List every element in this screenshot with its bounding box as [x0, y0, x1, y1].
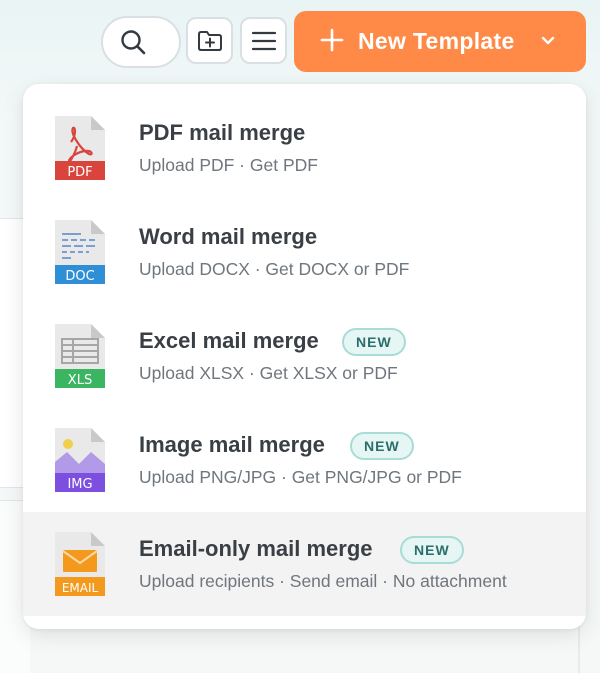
new-badge: NEW — [342, 328, 406, 356]
chevron-down-icon — [541, 36, 555, 45]
menu-item-pdf-mail-merge[interactable]: PDF PDF mail merge Upload PDF · Get PDF — [23, 84, 586, 188]
menu-icon — [251, 31, 276, 50]
search-button[interactable] — [101, 16, 181, 68]
menu-item-title: Email-only mail merge — [139, 536, 373, 561]
menu-item-title: Excel mail merge — [139, 328, 319, 353]
menu-item-title: PDF mail merge — [139, 120, 306, 145]
xls-file-label: XLS — [68, 373, 92, 388]
menu-item-email-only-mail-merge[interactable]: EMAIL Email-only mail merge NEW Upload r… — [23, 512, 586, 616]
pdf-file-icon: PDF — [55, 116, 105, 180]
menu-item-subtitle: Upload PNG/JPG · Get PNG/JPG or PDF — [139, 467, 462, 487]
pdf-file-label: PDF — [67, 165, 92, 180]
folder-plus-icon — [197, 30, 222, 51]
email-file-icon: EMAIL — [55, 532, 105, 596]
new-badge: NEW — [400, 536, 464, 564]
menu-button[interactable] — [240, 17, 287, 64]
menu-item-subtitle: Upload PDF · Get PDF — [139, 155, 318, 175]
menu-item-image-mail-merge[interactable]: IMG Image mail merge NEW Upload PNG/JPG … — [23, 396, 586, 500]
img-file-label: IMG — [67, 477, 92, 492]
toolbar: New Template — [0, 0, 600, 80]
new-template-label: New Template — [358, 28, 515, 54]
menu-item-word-mail-merge[interactable]: DOC Word mail merge Upload DOCX · Get DO… — [23, 188, 586, 292]
excel-file-icon: XLS — [55, 324, 105, 388]
word-file-icon: DOC — [55, 220, 105, 284]
template-type-menu: PDF PDF mail merge Upload PDF · Get PDF … — [23, 84, 586, 629]
menu-item-title: Image mail merge — [139, 432, 325, 457]
menu-item-title: Word mail merge — [139, 224, 318, 249]
image-file-icon: IMG — [55, 428, 105, 492]
new-template-button[interactable]: New Template — [294, 11, 586, 72]
new-folder-button[interactable] — [186, 17, 233, 64]
menu-item-excel-mail-merge[interactable]: XLS Excel mail merge NEW Upload XLSX · G… — [23, 292, 586, 396]
email-file-label: EMAIL — [62, 581, 99, 595]
menu-item-subtitle: Upload XLSX · Get XLSX or PDF — [139, 363, 398, 383]
new-badge: NEW — [350, 432, 414, 460]
search-icon — [121, 30, 146, 55]
doc-file-label: DOC — [65, 269, 94, 284]
plus-icon — [320, 28, 344, 52]
menu-item-subtitle: Upload DOCX · Get DOCX or PDF — [139, 259, 410, 279]
menu-item-subtitle: Upload recipients · Send email · No atta… — [139, 571, 507, 591]
